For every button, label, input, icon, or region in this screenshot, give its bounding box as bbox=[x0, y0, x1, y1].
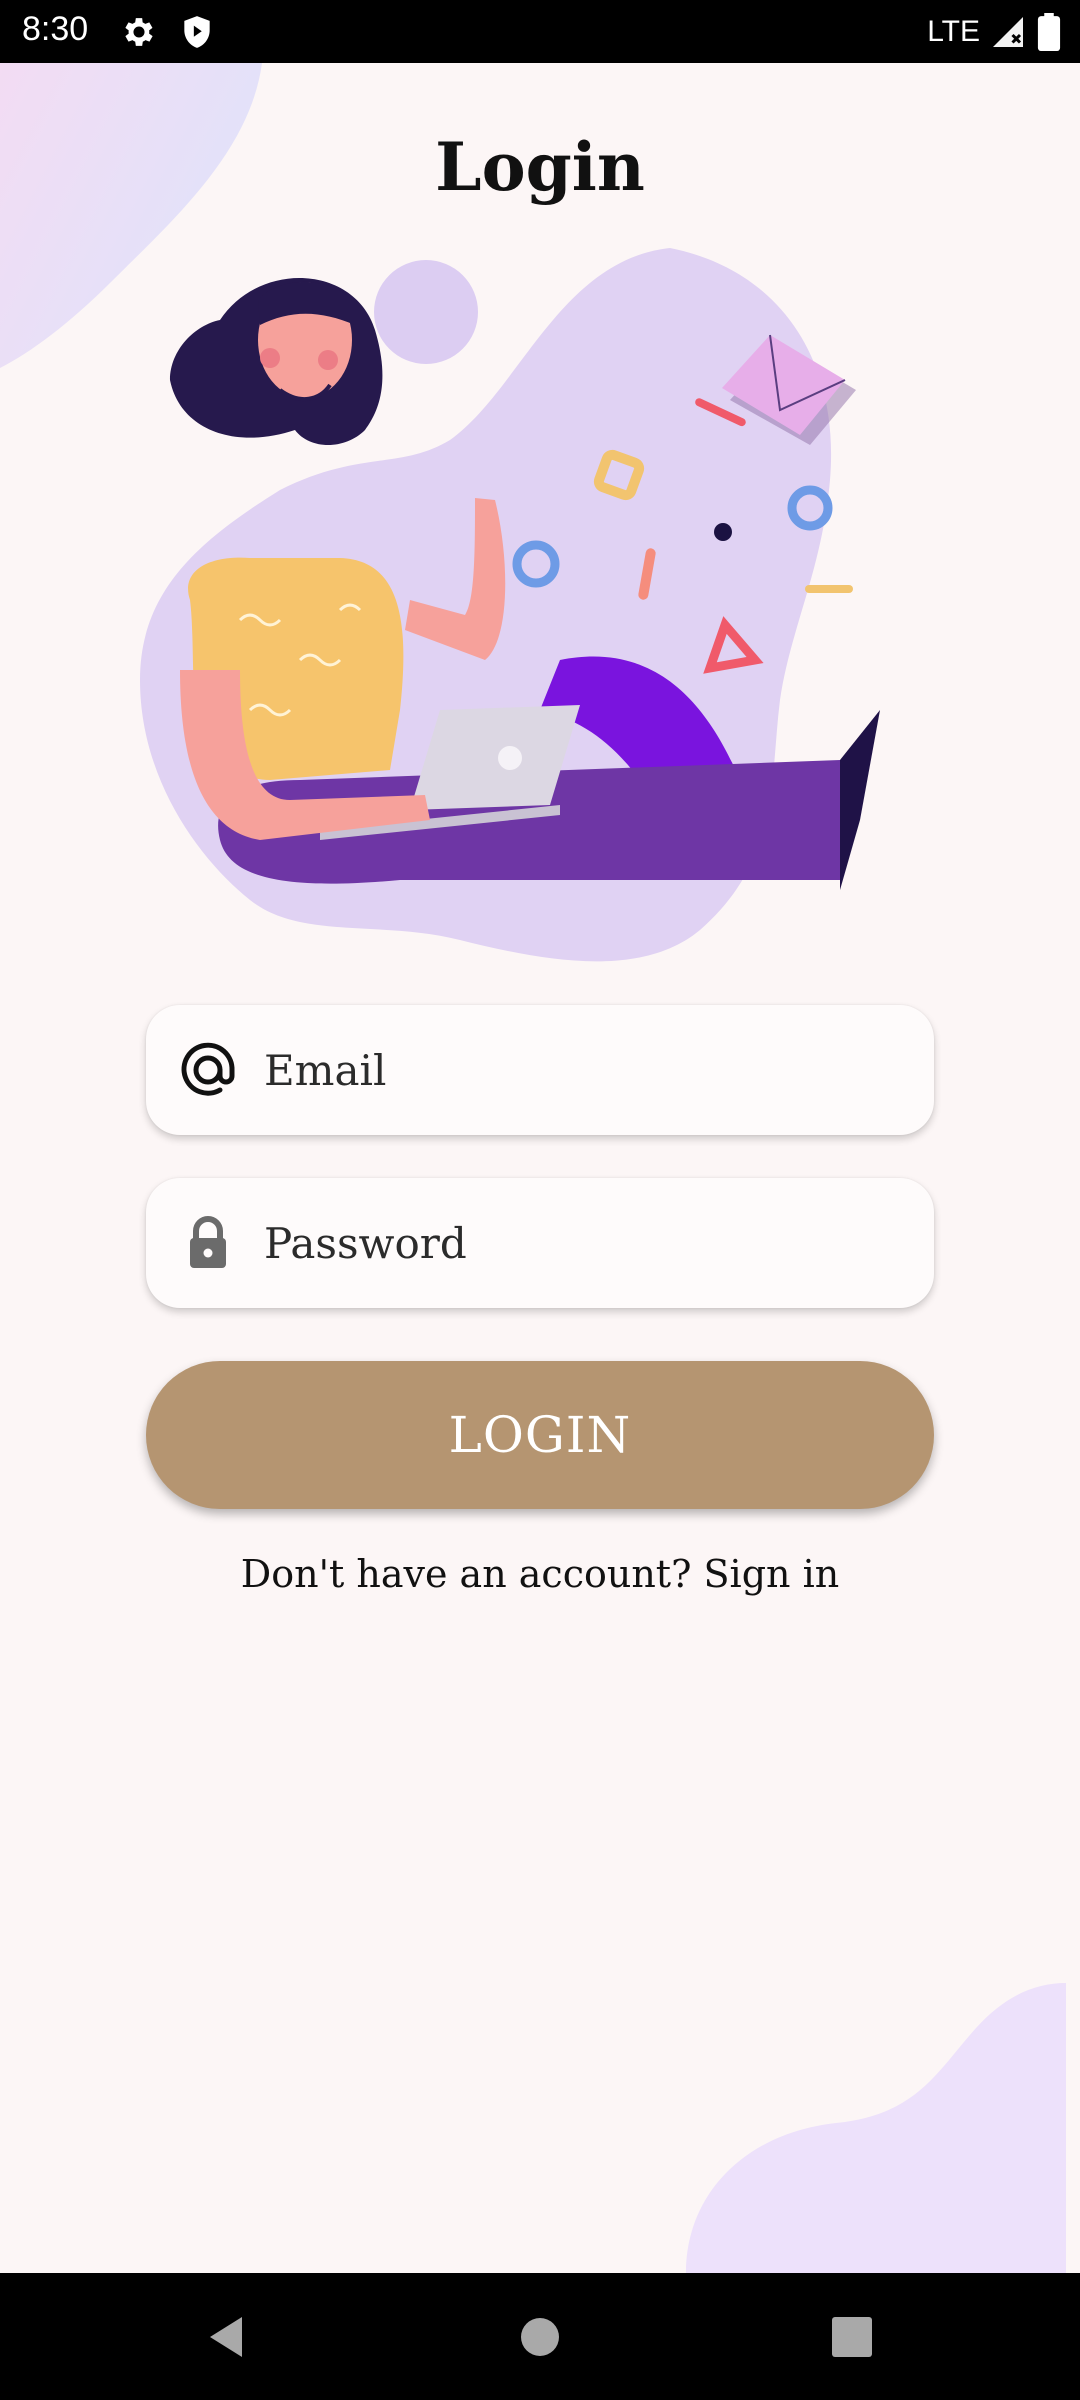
signup-link[interactable]: Don't have an account? Sign in bbox=[0, 1552, 1080, 1596]
recents-icon[interactable] bbox=[826, 2311, 878, 2363]
status-bar: 8:30 LTE bbox=[0, 0, 1080, 63]
login-illustration bbox=[140, 248, 880, 962]
home-icon[interactable] bbox=[514, 2311, 566, 2363]
network-type: LTE bbox=[927, 15, 980, 48]
email-input[interactable] bbox=[264, 1005, 904, 1135]
login-button[interactable]: LOGIN bbox=[146, 1361, 934, 1509]
status-time: 8:30 bbox=[22, 10, 89, 48]
navigation-bar bbox=[0, 2273, 1080, 2400]
email-field[interactable] bbox=[146, 1005, 934, 1135]
battery-icon bbox=[1037, 13, 1061, 51]
page-title: Login bbox=[435, 128, 645, 206]
background-blob-bottom-right bbox=[686, 1983, 1066, 2273]
shield-icon bbox=[184, 16, 210, 48]
password-input[interactable] bbox=[264, 1178, 904, 1308]
at-sign-icon bbox=[181, 1042, 235, 1096]
back-icon[interactable] bbox=[200, 2311, 252, 2363]
signal-icon bbox=[993, 17, 1023, 47]
settings-icon bbox=[125, 18, 153, 46]
status-right: LTE bbox=[927, 10, 1062, 54]
lock-icon bbox=[190, 1216, 226, 1268]
password-field[interactable] bbox=[146, 1178, 934, 1308]
